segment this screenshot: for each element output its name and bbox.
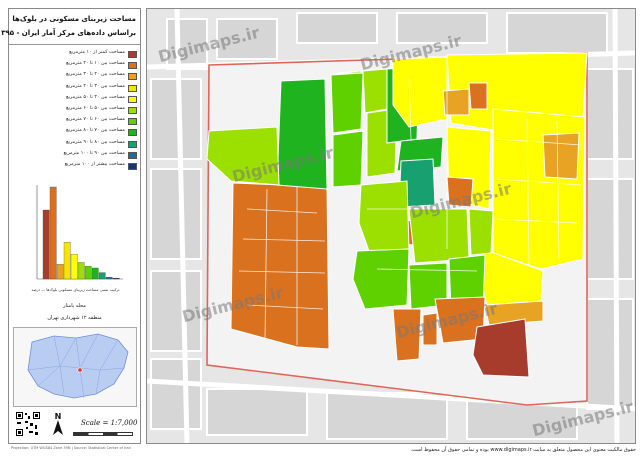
histogram-chart [36, 185, 123, 280]
legend-item: مساحت بین ۶۰ تا ۷۰ مترمربع [13, 117, 137, 127]
histogram-bar [56, 264, 64, 280]
map-sheet: مساحت زیربنای مسکونی در بلوک‌ها براساس د… [0, 0, 643, 461]
north-arrow-icon: N [53, 412, 63, 435]
histogram-bar [77, 262, 85, 280]
copyright-footer: حقوق مالکیت معنوی این محصول متعلق به سای… [410, 447, 636, 453]
tehran-outline [27, 333, 129, 399]
legend-swatch [128, 106, 137, 114]
legend-label: مساحت بین ۵۰ تا ۶۰ مترمربع [66, 105, 125, 111]
legend-swatch [128, 140, 137, 148]
legend-swatch [128, 118, 137, 126]
histogram-bar [84, 265, 92, 280]
histogram-bar [42, 209, 50, 280]
inset-subtitle: منطقه ۱۲ شهرداری تهران [47, 315, 102, 321]
legend-item: مساحت بین ۸۰ تا ۹۰ مترمربع [13, 140, 137, 150]
qr-code [15, 411, 41, 437]
legend-label: مساحت کمتر از ۱۰ مترمربع [69, 50, 125, 55]
map-title: مساحت زیربنای مسکونی در بلوک‌ها [12, 15, 136, 23]
legend-label: مساحت بین ۴۰ تا ۵۰ مترمربع [66, 94, 125, 100]
map-subtitle: براساس داده‌های مرکز آمار ایران - ۱۳۹۵ [0, 29, 136, 37]
legend-swatch [128, 62, 137, 70]
map-panel: Digimaps.ir Digimaps.ir Digimaps.ir Digi… [146, 8, 636, 444]
scale-label: Scale = 1:7,000 [81, 419, 138, 427]
legend-item: مساحت بین ۲۰ تا ۳۰ مترمربع [13, 72, 137, 82]
legend-item: مساحت بیشتر از ۱۰۰ مترمربع [13, 162, 137, 172]
legend-label: مساحت بین ۶۰ تا ۷۰ مترمربع [66, 117, 125, 123]
legend-item: مساحت بین ۳۰ تا ۴۰ مترمربع [13, 84, 137, 94]
legend-swatch [128, 73, 137, 81]
legend-swatch [128, 84, 137, 92]
legend-item: مساحت بین ۹۰ تا ۱۰۰ مترمربع [13, 151, 137, 161]
projection-credit: Projection: UTM WGS84 Zone 39N | Source:… [11, 446, 131, 450]
location-marker [77, 367, 83, 373]
legend-label: مساحت بین ۳۰ تا ۴۰ مترمربع [66, 83, 125, 89]
legend-label: مساحت بیشتر از ۱۰۰ مترمربع [64, 161, 125, 167]
histogram-bar [98, 272, 106, 280]
legend-label: مساحت بین ۷۰ تا ۸۰ مترمربع [66, 128, 125, 134]
legend-panel: مساحت زیربنای مسکونی در بلوک‌ها براساس د… [0, 8, 141, 450]
legend-label: مساحت بین ۹۰ تا ۱۰۰ مترمربع [63, 150, 125, 156]
histogram-bar [70, 254, 78, 280]
legend-swatch [128, 51, 137, 58]
map-title-block: مساحت زیربنای مسکونی در بلوک‌ها براساس د… [0, 9, 140, 45]
histogram-caption: ترکیب نسبی مساحت زیربنای مسکونی بلوک‌ها … [31, 287, 120, 292]
legend-label: مساحت بین ۱۰ تا ۲۰ مترمربع [66, 61, 125, 67]
legend-swatch [128, 129, 137, 137]
legend-swatch [128, 162, 137, 170]
legend-swatch [128, 95, 137, 103]
inset-title: محله پامنار [63, 303, 86, 309]
histogram-bar [105, 277, 113, 280]
choropleth-map [147, 9, 635, 443]
legend-swatch [128, 151, 137, 159]
histogram-bar [112, 277, 120, 280]
legend-item: مساحت بین ۴۰ تا ۵۰ مترمربع [13, 95, 137, 105]
legend-item: مساحت بین ۷۰ تا ۸۰ مترمربع [13, 128, 137, 138]
inset-locator-map [13, 327, 137, 407]
histogram-bar [91, 267, 99, 280]
legend-item: مساحت کمتر از ۱۰ مترمربع [13, 50, 137, 60]
legend-list: مساحت کمتر از ۱۰ مترمربع مساحت بین ۱۰ تا … [13, 50, 137, 173]
svg-text:N: N [55, 412, 62, 421]
legend-item: مساحت بین ۵۰ تا ۶۰ مترمربع [13, 106, 137, 116]
histogram-bar [49, 186, 57, 280]
legend-item: مساحت بین ۱۰ تا ۲۰ مترمربع [13, 61, 137, 71]
histogram-bar [63, 242, 71, 280]
legend-label: مساحت بین ۲۰ تا ۳۰ مترمربع [66, 72, 125, 78]
scale-bar [73, 432, 133, 436]
legend-label: مساحت بین ۸۰ تا ۹۰ مترمربع [66, 139, 125, 145]
